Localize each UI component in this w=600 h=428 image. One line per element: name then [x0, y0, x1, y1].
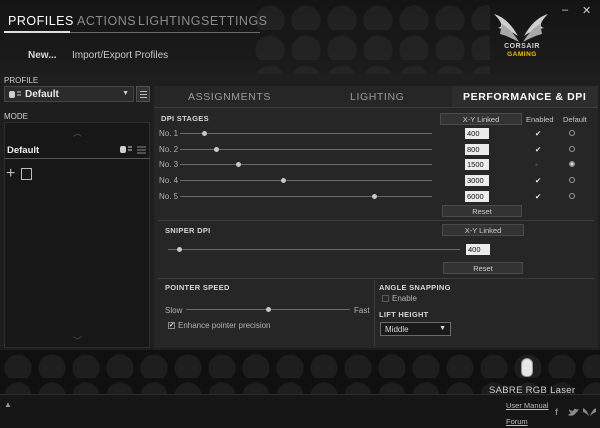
tab-assignments[interactable]: ASSIGNMENTS	[188, 91, 271, 103]
corsair-logo-icon[interactable]	[583, 408, 596, 417]
profile-list-button[interactable]	[136, 86, 150, 102]
profile-label: PROFILE	[4, 76, 39, 85]
dpi-stage-label: No. 1	[159, 129, 179, 138]
slow-label: Slow	[165, 306, 183, 315]
mode-item-divider	[5, 158, 150, 159]
dpi-stage-label: No. 3	[159, 160, 179, 170]
dpi-stage-slider-track[interactable]	[180, 180, 432, 182]
close-button[interactable]: ✕	[582, 4, 591, 17]
dpi-stage-input[interactable]: 1500	[465, 159, 489, 171]
facebook-icon[interactable]: f	[555, 407, 558, 417]
profile-select[interactable]: Default ▼	[4, 86, 134, 102]
chevron-down-icon: ▼	[122, 90, 129, 97]
sniper-dpi-title: SNIPER DPI	[165, 226, 211, 235]
twitter-icon[interactable]	[568, 408, 579, 417]
mouse-profile-icon	[9, 91, 21, 98]
nav-tab-settings[interactable]: SETTINGS	[201, 14, 268, 28]
menu-icon[interactable]	[137, 146, 146, 154]
sniper-dpi-slider-thumb[interactable]	[177, 247, 182, 252]
lift-height-value: Middle	[385, 325, 409, 334]
mode-item-default[interactable]: Default	[5, 142, 149, 158]
section-divider	[158, 220, 594, 221]
mouse-mode-icon	[120, 146, 132, 153]
angle-snapping-enable-label: Enable	[392, 294, 417, 303]
dpi-stage-input[interactable]: 6000	[465, 190, 489, 202]
dpi-stage-input[interactable]: 3000	[465, 175, 489, 187]
lift-height-title: LIFT HEIGHT	[379, 310, 429, 319]
nav-tab-profiles[interactable]: PROFILES	[8, 14, 74, 28]
dpi-stage-default-radio[interactable]	[569, 130, 575, 136]
nav-active-indicator	[4, 31, 70, 33]
lift-height-select[interactable]: Middle ▼	[380, 322, 451, 336]
dpi-stage-input[interactable]: 800	[465, 143, 489, 155]
enhance-precision-checkbox[interactable]: ✔	[168, 322, 175, 329]
tab-lighting[interactable]: LIGHTING	[350, 91, 404, 103]
enhance-precision-label: Enhance pointer precision	[178, 321, 271, 330]
chevron-down-icon: ▼	[439, 325, 446, 332]
pointer-speed-title: POINTER SPEED	[165, 283, 230, 292]
nav-tab-actions[interactable]: ACTIONS	[77, 14, 136, 28]
dpi-stage-enabled-checkbox[interactable]: ✔	[535, 145, 542, 153]
add-mode-icon[interactable]: +	[6, 166, 15, 182]
dpi-stage-slider-thumb[interactable]	[214, 146, 220, 152]
dpi-stage-enabled-checkbox[interactable]: ✔	[535, 130, 542, 138]
angle-snapping-title: ANGLE SNAPPING	[379, 283, 451, 292]
dpi-stage-label: No. 2	[159, 144, 179, 154]
section-vdivider	[374, 280, 375, 346]
fast-label: Fast	[354, 306, 370, 315]
mouse-device-icon[interactable]	[521, 358, 533, 377]
pointer-speed-slider-thumb[interactable]	[266, 307, 271, 312]
brand-line1: CORSAIR	[504, 43, 540, 50]
scroll-up-icon[interactable]: ︿	[73, 126, 82, 139]
default-column-header: Default	[563, 115, 587, 124]
minimize-button[interactable]: –	[562, 4, 568, 16]
forum-link[interactable]: Forum	[506, 417, 528, 426]
dpi-stages-title: DPI STAGES	[161, 114, 209, 123]
dpi-stage-enabled-checkbox[interactable]: ✔	[535, 177, 542, 185]
sniper-dpi-input[interactable]: 400	[466, 244, 490, 255]
dpi-stage-slider-track[interactable]	[180, 195, 432, 197]
brand-line2: GAMING	[507, 51, 537, 58]
nav-tab-lighting[interactable]: LIGHTING	[138, 14, 201, 28]
import-export-link[interactable]: Import/Export Profiles	[72, 50, 168, 61]
dpi-xy-linked-button[interactable]: X-Y Linked	[440, 113, 522, 125]
dpi-stage-default-radio[interactable]	[569, 145, 575, 152]
tab-divider	[154, 107, 598, 108]
dpi-stage-slider-thumb[interactable]	[372, 193, 377, 199]
scroll-down-icon[interactable]: ﹀	[73, 334, 82, 347]
user-manual-link[interactable]: User Manual	[506, 401, 549, 410]
dpi-stage-default-radio[interactable]	[569, 192, 575, 199]
tab-performance-dpi[interactable]: PERFORMANCE & DPI	[463, 91, 586, 103]
dpi-reset-button[interactable]: Reset	[442, 205, 522, 217]
new-profile-link[interactable]: New...	[28, 50, 57, 61]
sniper-xy-linked-button[interactable]: X-Y Linked	[442, 224, 524, 236]
sniper-reset-button[interactable]: Reset	[443, 262, 523, 274]
header-hex-pattern	[250, 0, 490, 74]
mode-item-label: Default	[7, 145, 40, 156]
dpi-stage-enabled-checkbox[interactable]: ✔	[535, 193, 542, 201]
dpi-stage-label: No. 4	[159, 176, 179, 186]
profile-select-value: Default	[25, 89, 59, 100]
dpi-stage-input[interactable]: 400	[465, 128, 489, 139]
sniper-dpi-slider-track[interactable]	[168, 249, 460, 250]
collapse-icon[interactable]: ▲	[4, 400, 12, 409]
mode-label: MODE	[4, 112, 28, 121]
dpi-stage-slider-thumb[interactable]	[235, 162, 241, 168]
section-divider-2	[158, 278, 594, 279]
dpi-stage-slider-track[interactable]	[180, 164, 432, 166]
angle-snapping-checkbox[interactable]	[382, 295, 389, 302]
dpi-stage-slider-track[interactable]	[180, 133, 432, 134]
dpi-stage-label: No. 5	[159, 191, 179, 201]
copy-mode-icon[interactable]	[21, 168, 32, 180]
dpi-stage-enabled-checkbox[interactable]: ▪	[535, 161, 542, 169]
enabled-column-header: Enabled	[526, 115, 554, 124]
